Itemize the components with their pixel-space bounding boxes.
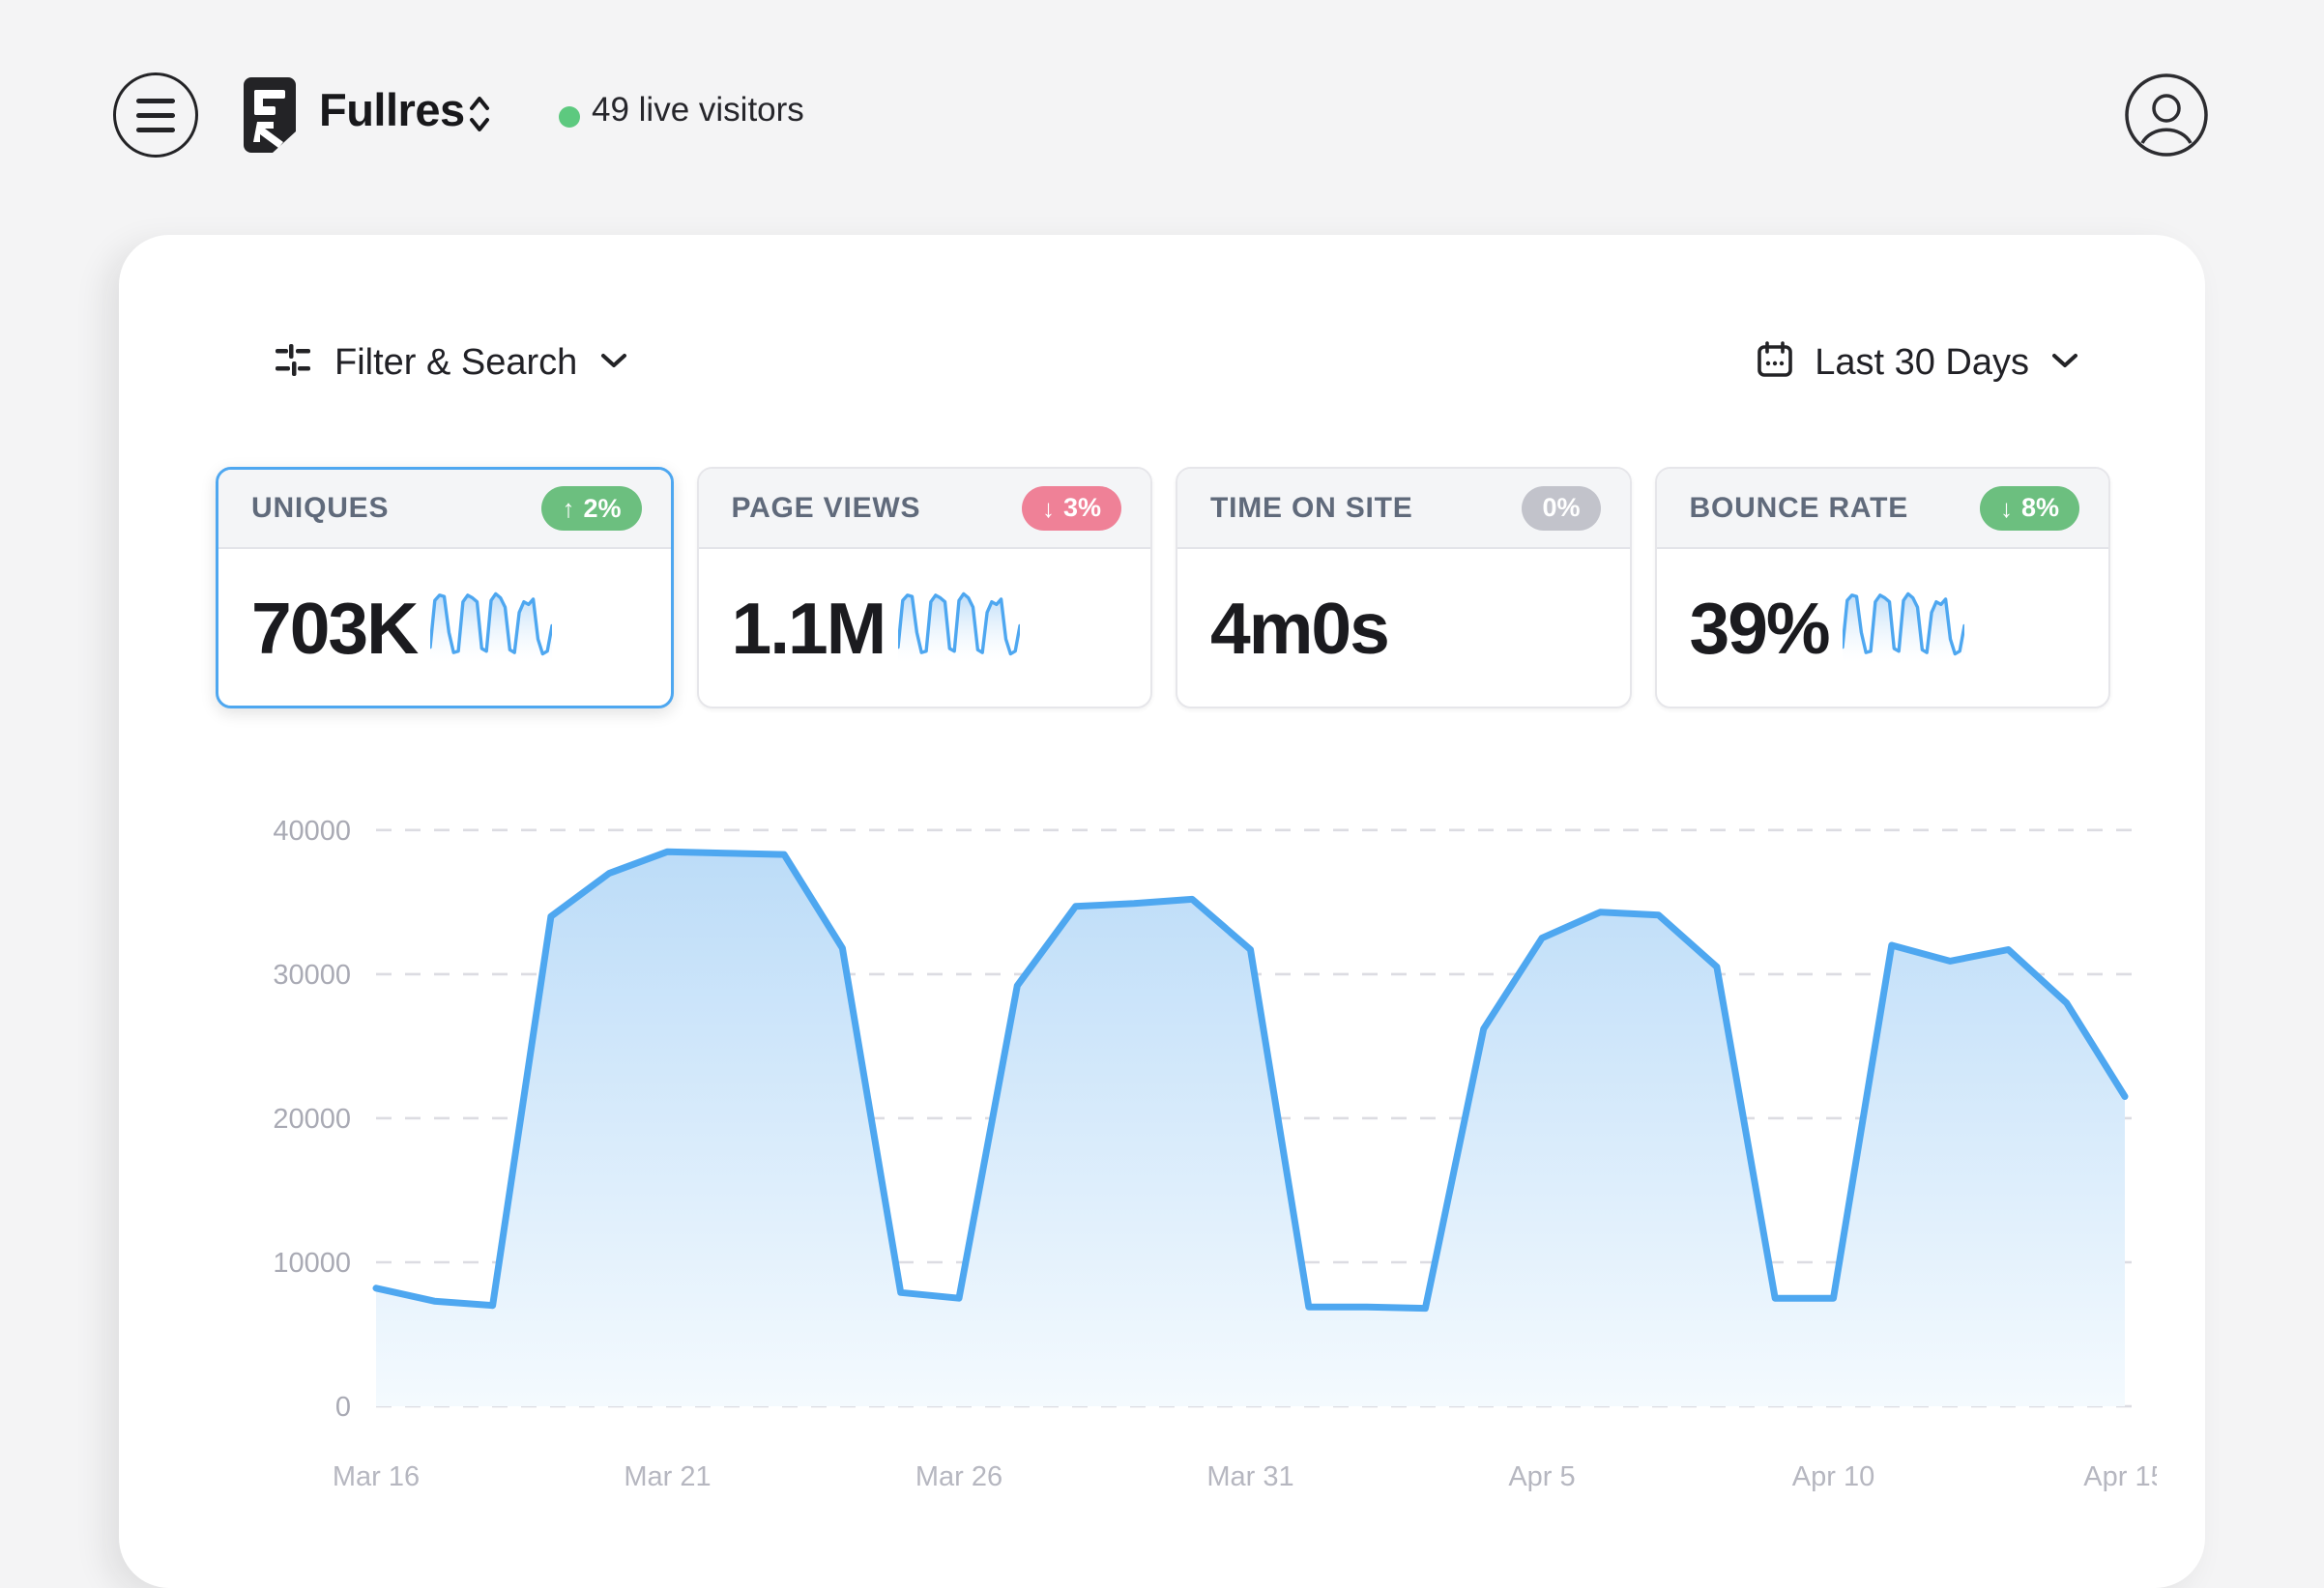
kpi-card-row: UNIQUES ↑ 2% 703K PAGE VIEWS ↓ 3% 1.1M TIME ON S… <box>216 467 2110 708</box>
kpi-card-body: 4m0s <box>1177 549 1630 707</box>
kpi-value: 4m0s <box>1210 587 1390 669</box>
kpi-card-header: BOUNCE RATE ↓ 8% <box>1656 469 2108 549</box>
svg-text:Mar 26: Mar 26 <box>915 1461 1002 1492</box>
trend-arrow-icon: ↓ <box>1041 493 1055 523</box>
brand-name: Fullres <box>319 84 465 135</box>
filter-search-label: Filter & Search <box>334 342 578 383</box>
svg-text:Mar 21: Mar 21 <box>624 1461 711 1492</box>
fullres-logo-icon <box>244 77 296 153</box>
dashboard-panel: Filter & Search Last 30 Days UNIQUES ↑ 2% 7… <box>119 235 2205 1588</box>
kpi-value: 1.1M <box>731 587 887 669</box>
svg-text:Mar 31: Mar 31 <box>1206 1461 1293 1492</box>
svg-text:0: 0 <box>335 1392 351 1423</box>
hamburger-icon-bar <box>136 127 175 132</box>
kpi-card-uniques[interactable]: UNIQUES ↑ 2% 703K <box>216 467 674 708</box>
user-avatar-icon[interactable] <box>2124 72 2209 158</box>
calendar-icon <box>1757 341 1793 385</box>
svg-text:Apr 5: Apr 5 <box>1508 1461 1575 1492</box>
kpi-value: 39% <box>1689 587 1831 669</box>
svg-text:Apr 10: Apr 10 <box>1792 1461 1874 1492</box>
kpi-delta-badge: ↑ 2% <box>541 486 642 531</box>
kpi-delta-value: 0% <box>1542 493 1581 522</box>
kpi-card-header: TIME ON SITE 0% <box>1177 469 1630 549</box>
kpi-delta-value: 2% <box>583 493 622 523</box>
kpi-value: 703K <box>251 587 419 669</box>
kpi-title: UNIQUES <box>251 492 390 524</box>
menu-button[interactable] <box>113 72 198 158</box>
kpi-card-body: 703K <box>218 549 671 706</box>
live-status-dot <box>559 106 580 128</box>
hamburger-icon <box>136 98 175 103</box>
kpi-sparkline <box>428 590 554 667</box>
kpi-delta-badge: ↓ 3% <box>1021 485 1121 531</box>
kpi-delta-badge: 0% <box>1522 485 1601 531</box>
svg-text:30000: 30000 <box>273 960 351 991</box>
chevron-down-icon <box>2050 351 2079 375</box>
visitors-area-chart: 0 10000 20000 30000 40000 Mar 16 Mar 21 Mar 26 M… <box>233 776 2157 1549</box>
kpi-card-header: PAGE VIEWS ↓ 3% <box>698 469 1150 549</box>
kpi-card-body: 39% <box>1657 549 2109 707</box>
kpi-card-header: UNIQUES ↑ 2% <box>218 470 671 549</box>
kpi-title: PAGE VIEWS <box>731 491 921 524</box>
chevron-up-down-icon[interactable] <box>466 87 493 141</box>
kpi-delta-badge: ↓ 8% <box>1979 485 2079 531</box>
svg-text:40000: 40000 <box>273 816 351 847</box>
svg-text:10000: 10000 <box>273 1248 351 1279</box>
svg-text:Apr 15: Apr 15 <box>2083 1461 2157 1492</box>
kpi-title: TIME ON SITE <box>1210 491 1413 524</box>
kpi-sparkline <box>896 590 1022 667</box>
date-range-control[interactable]: Last 30 Days <box>1757 341 2079 385</box>
trend-arrow-icon: ↓ <box>1999 493 2013 523</box>
kpi-card-body: 1.1M <box>699 549 1151 707</box>
top-bar: Fullres 49 live visitors <box>0 0 2324 232</box>
kpi-delta-value: 8% <box>2020 493 2059 522</box>
kpi-title: BOUNCE RATE <box>1689 491 1909 524</box>
kpi-card-time-on-site[interactable]: TIME ON SITE 0% 4m0s <box>1176 467 1632 708</box>
date-range-label: Last 30 Days <box>1815 342 2029 383</box>
kpi-card-page-views[interactable]: PAGE VIEWS ↓ 3% 1.1M <box>696 467 1152 708</box>
trend-arrow-icon: ↑ <box>562 494 575 523</box>
filter-search-control[interactable]: Filter & Search <box>274 341 628 385</box>
kpi-sparkline <box>1840 590 1966 667</box>
hamburger-icon-bar <box>136 112 175 118</box>
live-visitors-label: 49 live visitors <box>592 91 804 129</box>
kpi-delta-value: 3% <box>1062 493 1101 522</box>
svg-text:Mar 16: Mar 16 <box>333 1461 420 1492</box>
svg-text:20000: 20000 <box>273 1104 351 1135</box>
sliders-icon <box>274 341 312 385</box>
chevron-down-icon <box>599 351 628 375</box>
kpi-card-bounce-rate[interactable]: BOUNCE RATE ↓ 8% 39% <box>1654 467 2110 708</box>
